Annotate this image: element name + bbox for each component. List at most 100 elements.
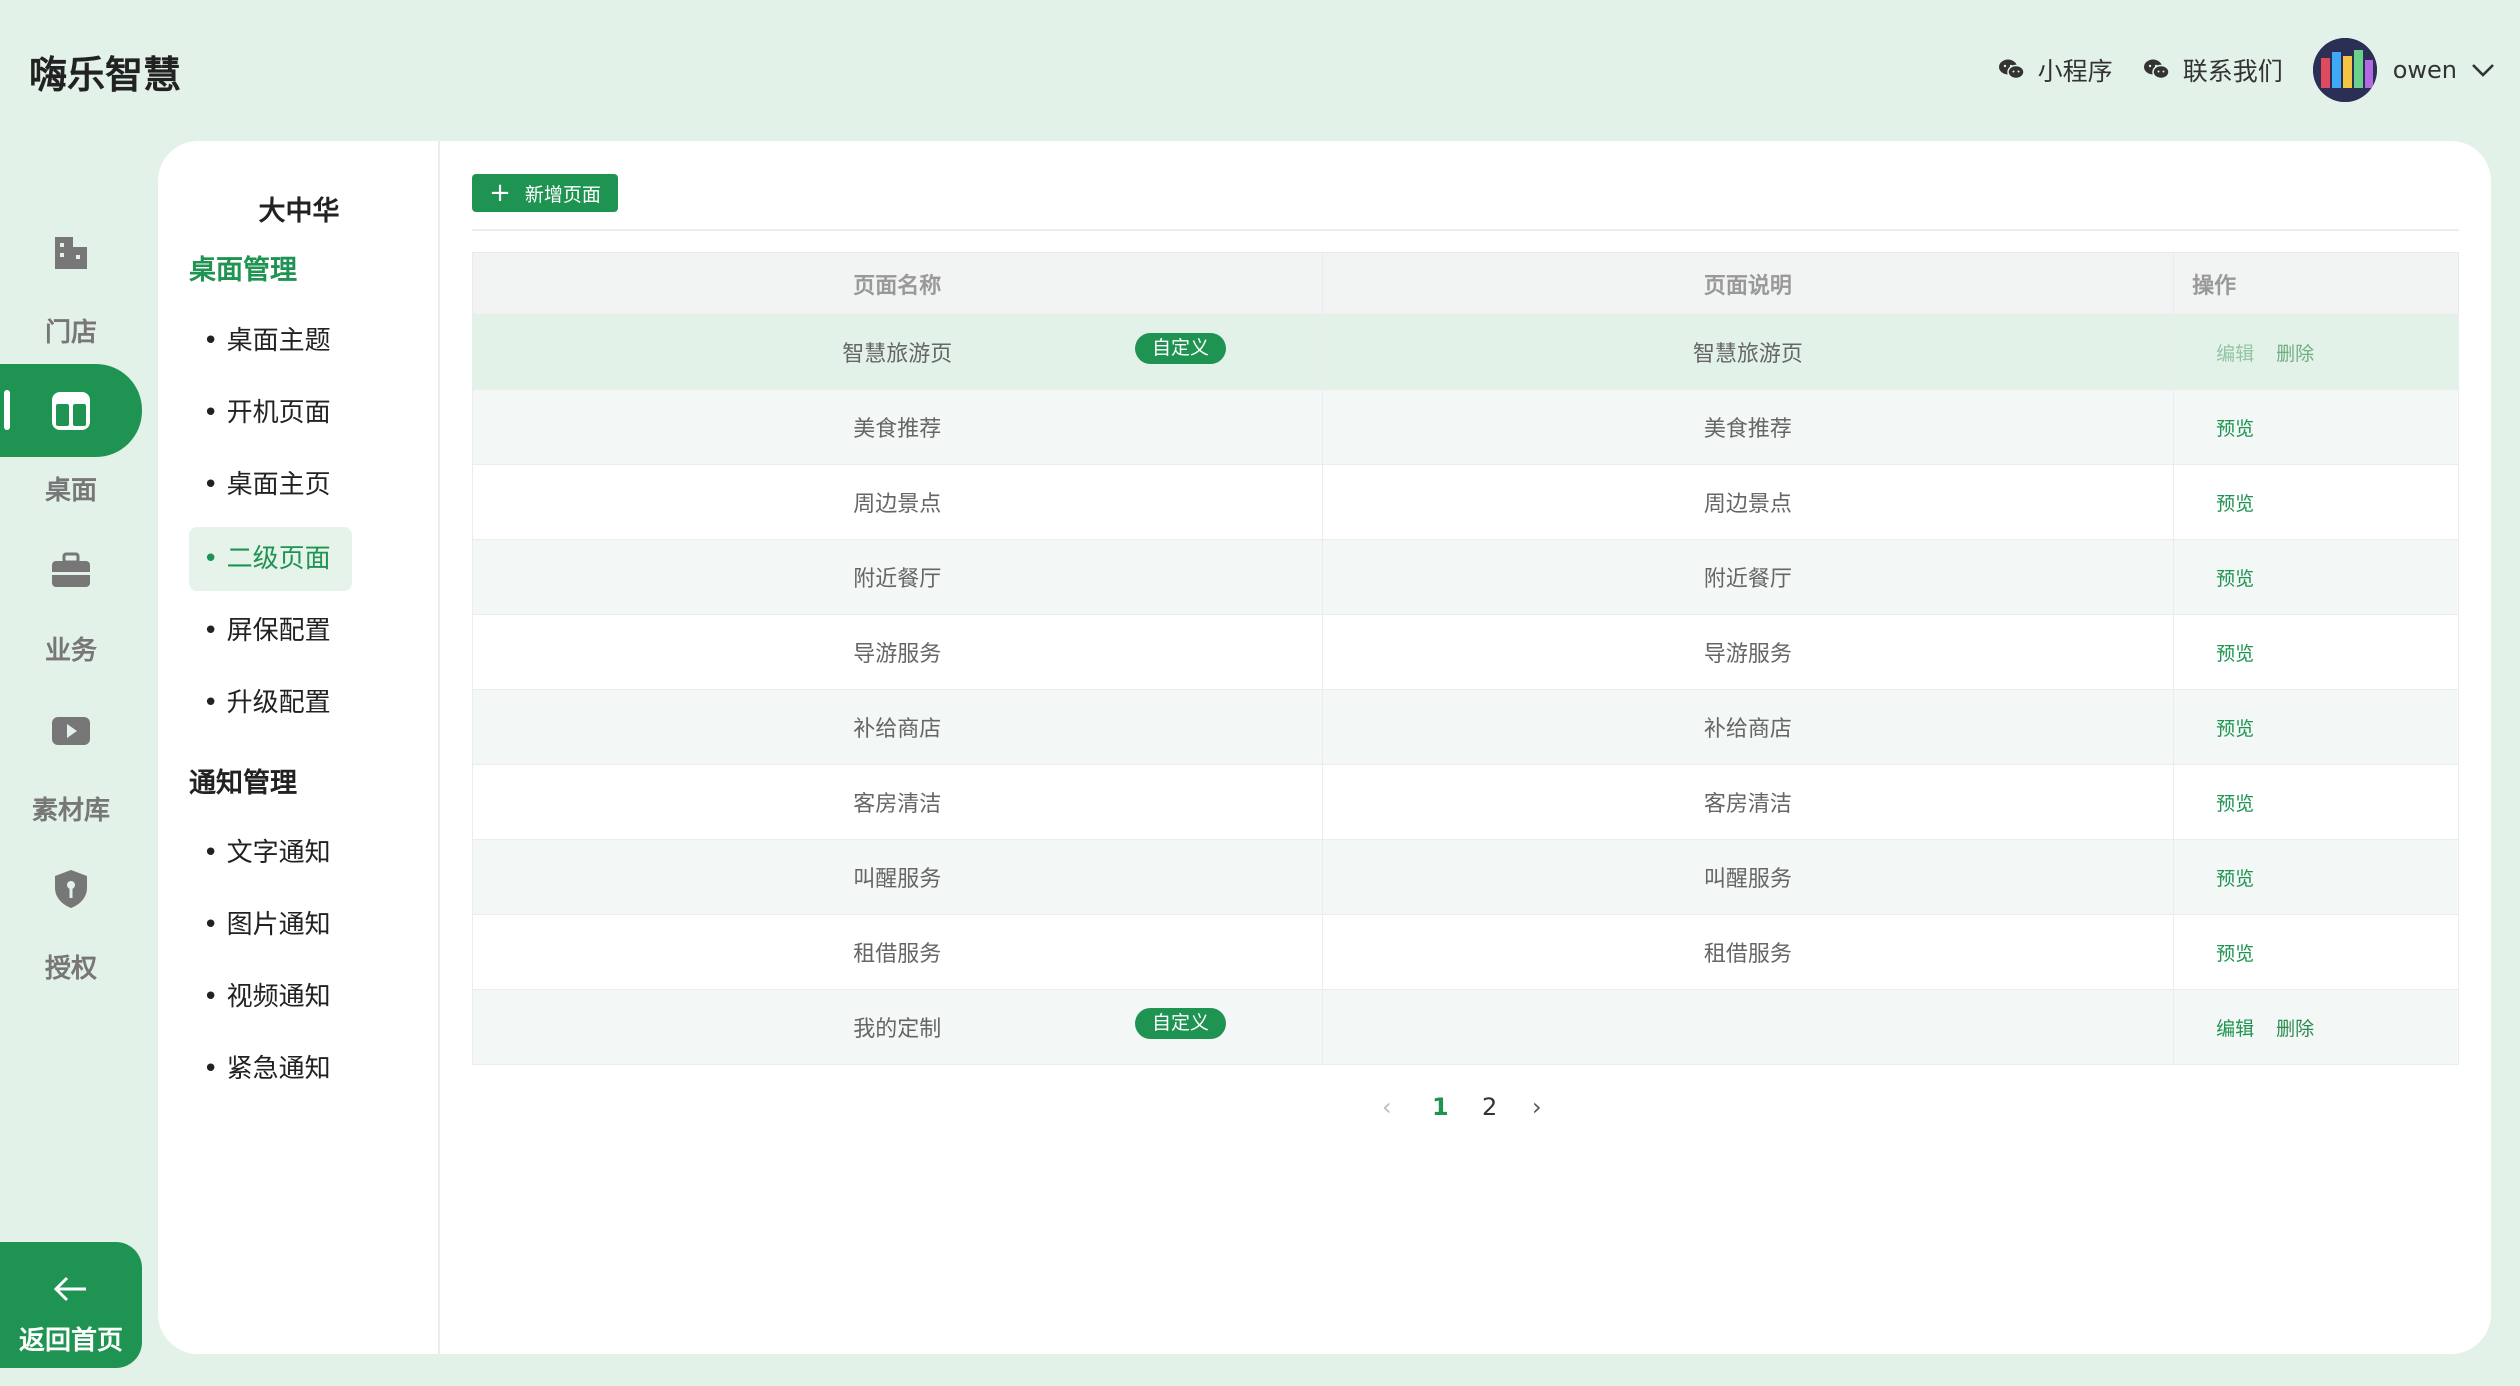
wechat-icon bbox=[2143, 59, 2170, 80]
layout-icon bbox=[48, 388, 94, 434]
rail-label-assets: 素材库 bbox=[31, 796, 110, 826]
preview-link[interactable]: 预览 bbox=[2216, 868, 2254, 890]
page-name-text: 智慧旅游页 bbox=[842, 342, 953, 367]
cell-page-name: 补给商店 bbox=[472, 689, 1323, 765]
cell-page-description: 周边景点 bbox=[1321, 464, 2175, 540]
cell-page-name: 周边景点 bbox=[472, 464, 1323, 540]
mini-program-link[interactable]: 小程序 bbox=[1998, 52, 2113, 88]
table-row: 租借服务 租借服务 预览 bbox=[472, 914, 2459, 990]
next-page-button[interactable]: › bbox=[1532, 1087, 1542, 1127]
menu-item-desktop-theme[interactable]: • 桌面主题 bbox=[189, 309, 352, 373]
cell-actions: 预览 bbox=[2173, 689, 2459, 765]
preview-link[interactable]: 预览 bbox=[2216, 643, 2254, 665]
rail-label-business: 业务 bbox=[44, 636, 97, 666]
pages-table: 页面名称 页面说明 操作 智慧旅游页 自定义 智慧旅游页 编辑 删除 美食推荐 美食推荐 预览… bbox=[472, 252, 2459, 1065]
page-number-1[interactable]: 1 bbox=[1432, 1087, 1449, 1127]
add-page-label: 新增页面 bbox=[524, 183, 601, 206]
contact-us-label: 联系我们 bbox=[2182, 57, 2283, 86]
rail-label-desktop: 桌面 bbox=[44, 476, 97, 506]
menu-item-desktop-home[interactable]: • 桌面主页 bbox=[189, 453, 352, 517]
cell-actions: 预览 bbox=[2173, 464, 2459, 540]
delete-link[interactable]: 删除 bbox=[2276, 343, 2314, 365]
cell-actions: 编辑 删除 bbox=[2173, 989, 2459, 1065]
cell-actions: 预览 bbox=[2173, 389, 2459, 465]
cell-actions: 编辑 删除 bbox=[2173, 314, 2459, 390]
avatar[interactable] bbox=[2312, 38, 2377, 102]
cell-page-name: 叫醒服务 bbox=[472, 839, 1323, 915]
table-row: 导游服务 导游服务 预览 bbox=[472, 614, 2459, 690]
cell-page-name: 客房清洁 bbox=[472, 764, 1323, 840]
rail-item-store[interactable]: 门店 bbox=[0, 210, 142, 350]
menu-item-text-notice[interactable]: • 文字通知 bbox=[189, 821, 352, 885]
cell-actions: 预览 bbox=[2173, 539, 2459, 615]
table-row: 智慧旅游页 自定义 智慧旅游页 编辑 删除 bbox=[472, 314, 2459, 390]
app-title: 嗨乐智慧 bbox=[29, 53, 182, 97]
cell-page-description bbox=[1321, 989, 2175, 1065]
edit-link[interactable]: 编辑 bbox=[2216, 1018, 2254, 1040]
menu-item-secondary-page[interactable]: • 二级页面 bbox=[189, 527, 352, 591]
cell-page-description: 租借服务 bbox=[1321, 914, 2175, 990]
top-header: 嗨乐智慧 小程序 联系我们 owen bbox=[0, 0, 2520, 140]
page-name-text: 附近餐厅 bbox=[853, 567, 942, 592]
rail-item-desktop[interactable]: 桌面 bbox=[0, 368, 142, 508]
preview-link[interactable]: 预览 bbox=[2216, 418, 2254, 440]
prev-page-button[interactable]: ‹ bbox=[1382, 1087, 1392, 1127]
preview-link[interactable]: 预览 bbox=[2216, 943, 2254, 965]
chevron-down-icon[interactable] bbox=[2471, 62, 2495, 78]
group-title-notification-management: 通知管理 bbox=[189, 768, 297, 799]
cell-page-name: 导游服务 bbox=[472, 614, 1323, 690]
add-page-button[interactable]: + 新增页面 bbox=[472, 174, 618, 212]
divider bbox=[472, 229, 2459, 231]
menu-item-screensaver[interactable]: • 屏保配置 bbox=[189, 599, 352, 663]
menu-item-image-notice[interactable]: • 图片通知 bbox=[189, 893, 352, 957]
rail-item-business[interactable]: 业务 bbox=[0, 528, 142, 668]
arrow-left-icon bbox=[53, 1276, 86, 1302]
cell-actions: 预览 bbox=[2173, 839, 2459, 915]
cell-page-description: 智慧旅游页 bbox=[1321, 314, 2175, 390]
back-home-label: 返回首页 bbox=[18, 1326, 123, 1356]
cell-page-name: 美食推荐 bbox=[472, 389, 1323, 465]
table-row: 美食推荐 美食推荐 预览 bbox=[472, 389, 2459, 465]
table-row: 叫醒服务 叫醒服务 预览 bbox=[472, 839, 2459, 915]
cell-page-name: 附近餐厅 bbox=[472, 539, 1323, 615]
table-row: 周边景点 周边景点 预览 bbox=[472, 464, 2459, 540]
username[interactable]: owen bbox=[2393, 56, 2457, 84]
menu-item-urgent-notice[interactable]: • 紧急通知 bbox=[189, 1037, 352, 1101]
sub-navigation: 大中华 桌面管理 • 桌面主题 • 开机页面 • 桌面主页 • 二级页面 • 屏… bbox=[158, 141, 440, 1354]
table-row: 补给商店 补给商店 预览 bbox=[472, 689, 2459, 765]
wechat-icon bbox=[1998, 59, 2025, 80]
preview-link[interactable]: 预览 bbox=[2216, 793, 2254, 815]
cell-page-name: 我的定制 自定义 bbox=[472, 989, 1323, 1065]
cell-page-name: 智慧旅游页 自定义 bbox=[472, 314, 1323, 390]
custom-tag: 自定义 bbox=[1135, 1008, 1227, 1039]
preview-link[interactable]: 预览 bbox=[2216, 493, 2254, 515]
store-name: 大中华 bbox=[258, 196, 340, 227]
rail-label-store: 门店 bbox=[44, 318, 97, 348]
cell-actions: 预览 bbox=[2173, 914, 2459, 990]
back-home-button[interactable]: 返回首页 bbox=[0, 1242, 142, 1368]
rail-item-assets[interactable]: 素材库 bbox=[0, 688, 142, 828]
header-actions: 小程序 联系我们 owen bbox=[1998, 36, 2495, 104]
building-icon bbox=[48, 230, 94, 276]
preview-link[interactable]: 预览 bbox=[2216, 568, 2254, 590]
column-header-name: 页面名称 bbox=[472, 252, 1323, 315]
menu-item-upgrade[interactable]: • 升级配置 bbox=[189, 671, 352, 735]
content-area: + 新增页面 页面名称 页面说明 操作 智慧旅游页 自定义 智慧旅游页 编辑 删除 美食推… bbox=[472, 141, 2462, 1354]
preview-link[interactable]: 预览 bbox=[2216, 718, 2254, 740]
cell-page-description: 补给商店 bbox=[1321, 689, 2175, 765]
group-title-desktop-management: 桌面管理 bbox=[189, 255, 297, 286]
cell-actions: 预览 bbox=[2173, 614, 2459, 690]
rail-item-auth[interactable]: 授权 bbox=[0, 846, 142, 986]
cell-page-description: 客房清洁 bbox=[1321, 764, 2175, 840]
pagination: ‹ 1 2 › bbox=[472, 1087, 2459, 1127]
contact-us-link[interactable]: 联系我们 bbox=[2143, 52, 2283, 88]
edit-link[interactable]: 编辑 bbox=[2216, 343, 2254, 365]
page-name-text: 周边景点 bbox=[853, 492, 942, 517]
page-name-text: 客房清洁 bbox=[853, 792, 942, 817]
delete-link[interactable]: 删除 bbox=[2276, 1018, 2314, 1040]
menu-item-video-notice[interactable]: • 视频通知 bbox=[189, 965, 352, 1029]
menu-item-boot-page[interactable]: • 开机页面 bbox=[189, 381, 352, 445]
cell-page-name: 租借服务 bbox=[472, 914, 1323, 990]
page-number-2[interactable]: 2 bbox=[1482, 1087, 1497, 1127]
page-name-text: 美食推荐 bbox=[853, 417, 942, 442]
